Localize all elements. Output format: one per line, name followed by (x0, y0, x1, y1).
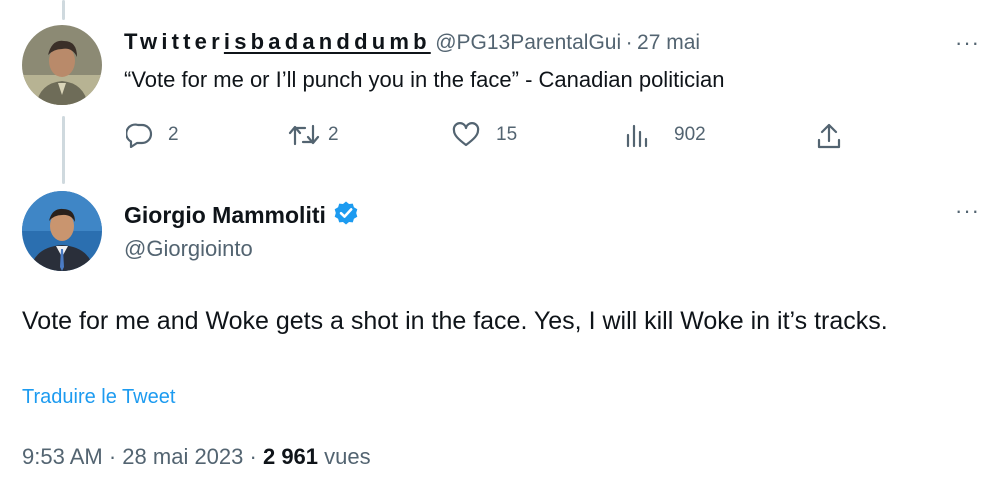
like-icon (452, 122, 480, 148)
retweet-count: 2 (328, 124, 339, 145)
main-author-line: Giorgio Mammoliti (124, 200, 359, 231)
parent-more-button[interactable]: ··· (955, 30, 980, 56)
parent-date[interactable]: 27 mai (637, 31, 700, 54)
retweet-button[interactable]: 2 (288, 122, 339, 148)
parent-separator: · (625, 31, 633, 54)
main-avatar[interactable] (22, 191, 102, 271)
main-handle[interactable]: @Giorgiointo (124, 236, 253, 262)
tweet-date[interactable]: 28 mai 2023 (122, 444, 243, 469)
reply-count: 2 (168, 124, 179, 145)
share-icon (816, 122, 842, 150)
like-button[interactable]: 15 (452, 122, 517, 148)
tweet-views-count[interactable]: 2 961 (263, 444, 318, 469)
meta-separator-1: · (108, 444, 117, 469)
share-button[interactable] (816, 122, 842, 150)
meta-separator-2: · (249, 444, 257, 469)
main-more-button[interactable]: ··· (955, 198, 980, 224)
tweet-views-label: vues (324, 444, 371, 469)
parent-author-line: Twitterisbadanddumb @PG13ParentalGui · 2… (124, 29, 700, 55)
thread-line-top (62, 0, 65, 20)
main-display-name[interactable]: Giorgio Mammoliti (124, 202, 326, 229)
views-icon (624, 122, 650, 148)
like-count: 15 (496, 124, 518, 145)
main-tweet-text: Vote for me and Woke gets a shot in the … (22, 307, 888, 335)
tweet-time[interactable]: 9:53 AM (22, 444, 103, 469)
views-count: 902 (674, 124, 706, 145)
parent-display-name[interactable]: Twitterisbadanddumb (124, 29, 431, 54)
retweet-icon (288, 122, 320, 148)
parent-avatar[interactable] (22, 25, 102, 105)
reply-icon (126, 122, 154, 148)
verified-badge-icon (333, 200, 359, 231)
tweet-meta: 9:53 AM · 28 mai 2023 · 2 961 vues (22, 444, 371, 470)
parent-tweet-text: “Vote for me or I’ll punch you in the fa… (124, 67, 725, 92)
translate-tweet-link[interactable]: Traduire le Tweet (22, 386, 175, 409)
views-button[interactable]: 902 (624, 122, 706, 148)
reply-button[interactable]: 2 (126, 122, 179, 148)
thread-line-connector (62, 116, 65, 184)
parent-handle[interactable]: @PG13ParentalGui (435, 31, 621, 54)
